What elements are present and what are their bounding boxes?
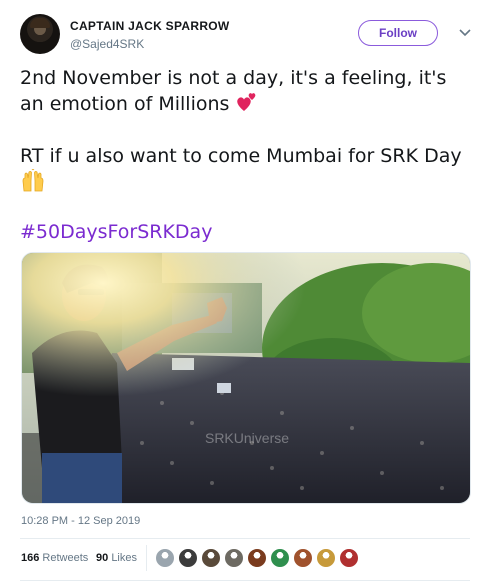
- chevron-down-icon[interactable]: [457, 24, 473, 40]
- liker-avatar-1[interactable]: [155, 548, 175, 568]
- tweet-line-1: 2nd November is not a day, it's a feelin…: [20, 66, 465, 120]
- tweet-line-1-text: 2nd November is not a day, it's a feelin…: [20, 67, 447, 115]
- photo-watermark: SRKUniverse: [205, 430, 289, 446]
- liker-avatar-6[interactable]: [270, 548, 290, 568]
- user-handle[interactable]: @Sajed4SRK: [70, 37, 144, 51]
- display-name[interactable]: CAPTAIN JACK SPARROW: [70, 19, 230, 33]
- tweet-photo[interactable]: SRKUniverse: [21, 252, 471, 504]
- liker-avatar-3[interactable]: [201, 548, 221, 568]
- photo-image: SRKUniverse: [22, 253, 470, 503]
- tweet-card: CAPTAIN JACK SPARROW @Sajed4SRK Follow 2…: [0, 0, 483, 584]
- hashtag-link[interactable]: #50DaysForSRKDay: [20, 220, 212, 245]
- two-hearts-icon: [235, 91, 259, 120]
- retweets-count: 166: [21, 552, 40, 564]
- retweets-label: Retweets: [42, 552, 89, 564]
- divider: [20, 580, 470, 581]
- liker-avatar-2[interactable]: [178, 548, 198, 568]
- stats-separator: [146, 545, 147, 571]
- likes-label: Likes: [111, 552, 137, 564]
- divider: [20, 538, 470, 539]
- liker-avatar-5[interactable]: [247, 548, 267, 568]
- retweets-stat[interactable]: 166 Retweets: [21, 552, 88, 564]
- liker-avatar-8[interactable]: [316, 548, 336, 568]
- liker-avatar-9[interactable]: [339, 548, 359, 568]
- likes-stat[interactable]: 90 Likes: [96, 552, 137, 564]
- liker-avatar-7[interactable]: [293, 548, 313, 568]
- tweet-line-2-text: RT if u also want to come Mumbai for SRK…: [20, 145, 462, 167]
- liker-avatar-4[interactable]: [224, 548, 244, 568]
- raising-hands-icon: [20, 168, 46, 200]
- follow-button[interactable]: Follow: [358, 20, 438, 46]
- tweet-line-2: RT if u also want to come Mumbai for SRK…: [20, 144, 465, 200]
- likes-count: 90: [96, 552, 109, 564]
- tweet-header: CAPTAIN JACK SPARROW @Sajed4SRK Follow: [20, 14, 473, 58]
- tweet-timestamp[interactable]: 10:28 PM - 12 Sep 2019: [21, 515, 140, 527]
- avatar[interactable]: [20, 14, 60, 54]
